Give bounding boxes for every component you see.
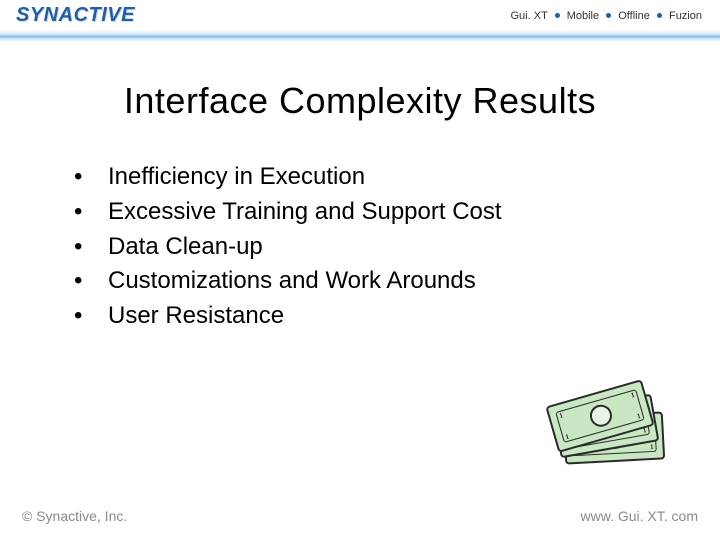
separator-dot-icon bbox=[555, 13, 560, 18]
list-item-text: Data Clean-up bbox=[108, 230, 263, 265]
bullet-marker-icon: • bbox=[74, 230, 108, 265]
brand-logo: SYNACTIVE bbox=[16, 4, 135, 27]
header-divider-bar bbox=[0, 30, 720, 42]
bullet-marker-icon: • bbox=[74, 195, 108, 230]
product-item: Offline bbox=[618, 10, 650, 22]
list-item: •Customizations and Work Arounds bbox=[74, 264, 634, 299]
slide-title: Interface Complexity Results bbox=[0, 80, 720, 122]
list-item-text: Inefficiency in Execution bbox=[108, 160, 365, 195]
list-item: •Data Clean-up bbox=[74, 230, 634, 265]
list-item: •User Resistance bbox=[74, 299, 634, 334]
product-item: Gui. XT bbox=[511, 10, 548, 22]
separator-dot-icon bbox=[606, 13, 611, 18]
footer-url: www. Gui. XT. com bbox=[581, 508, 698, 524]
bullet-marker-icon: • bbox=[74, 264, 108, 299]
list-item: •Inefficiency in Execution bbox=[74, 160, 634, 195]
separator-dot-icon bbox=[657, 13, 662, 18]
bullet-marker-icon: • bbox=[74, 299, 108, 334]
product-item: Fuzion bbox=[669, 10, 702, 22]
list-item-text: Excessive Training and Support Cost bbox=[108, 195, 502, 230]
money-stack-icon: 1111 1111 1111 bbox=[550, 388, 670, 468]
list-item-text: Customizations and Work Arounds bbox=[108, 264, 476, 299]
copyright-text: © Synactive, Inc. bbox=[22, 508, 127, 524]
list-item: •Excessive Training and Support Cost bbox=[74, 195, 634, 230]
list-item-text: User Resistance bbox=[108, 299, 284, 334]
bullet-list: •Inefficiency in Execution •Excessive Tr… bbox=[74, 160, 634, 334]
product-list: Gui. XT Mobile Offline Fuzion bbox=[511, 10, 703, 22]
slide: SYNACTIVE Gui. XT Mobile Offline Fuzion … bbox=[0, 0, 720, 540]
bullet-marker-icon: • bbox=[74, 160, 108, 195]
product-item: Mobile bbox=[567, 10, 599, 22]
slide-header: SYNACTIVE Gui. XT Mobile Offline Fuzion bbox=[0, 0, 720, 44]
